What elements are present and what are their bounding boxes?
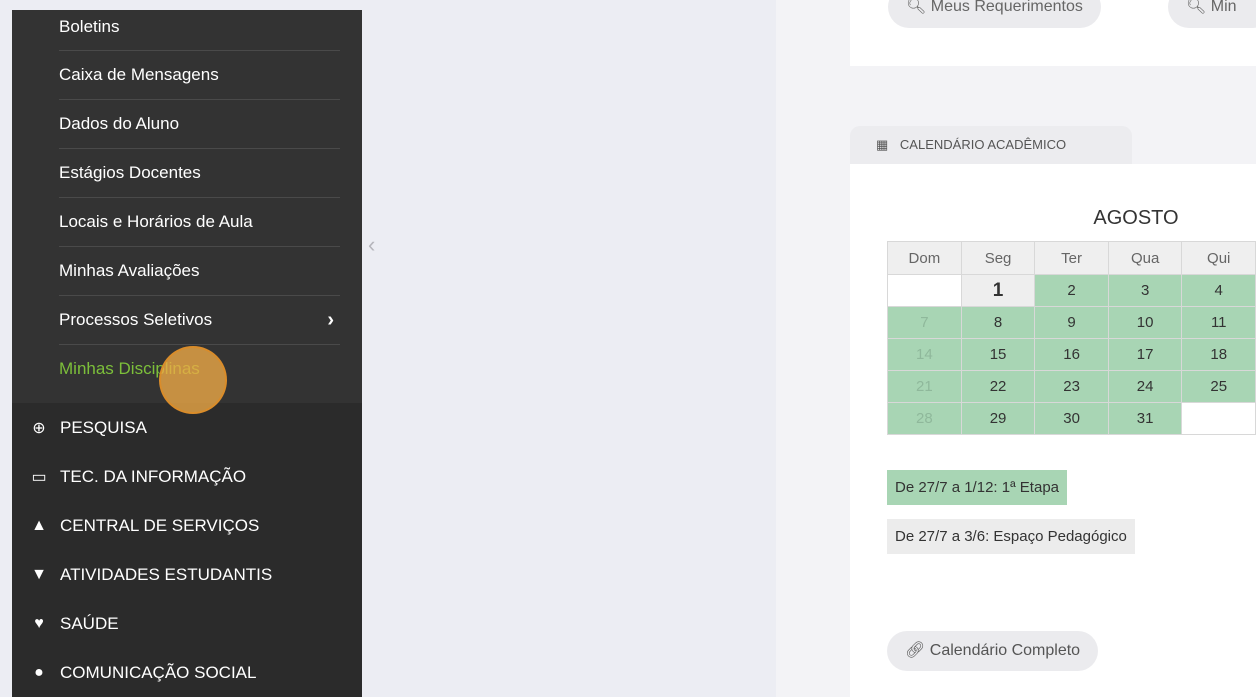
weekday-header: Seg <box>960 241 1036 275</box>
calendar-day[interactable]: 23 <box>1034 370 1109 403</box>
calendar-week: 7 8 9 10 11 <box>887 306 1256 339</box>
button-label: Min <box>1210 0 1237 15</box>
heartbeat-icon: ♥ <box>34 614 44 632</box>
laptop-icon: ▭ <box>31 468 47 486</box>
calendar-day[interactable]: 30 <box>1034 402 1109 435</box>
calendar-day[interactable]: 4 <box>1181 274 1256 307</box>
submenu-item[interactable]: Locais e Horários de Aula <box>59 198 340 247</box>
main-menu-item[interactable]: ▭ TEC. DA INFORMAÇÃO <box>12 452 362 501</box>
click-indicator <box>159 346 227 414</box>
submenu-item-label: Minhas Avaliações <box>59 261 200 280</box>
calendar-day[interactable]: 7 <box>887 306 962 339</box>
search-icon: 🔍︎ <box>1186 0 1207 15</box>
calendar-day[interactable]: 22 <box>960 370 1036 403</box>
button-label: Meus Requerimentos <box>930 0 1083 15</box>
submenu-item-label: Processos Seletivos <box>59 310 213 329</box>
submenu-item[interactable]: Dados do Aluno <box>59 100 340 149</box>
main-menu-item[interactable]: ● COMUNICAÇÃO SOCIAL <box>12 648 362 697</box>
main-menu-item[interactable]: ▲ CENTRAL DE SERVIÇOS <box>12 501 362 550</box>
main-menu-item-label: TEC. DA INFORMAÇÃO <box>60 466 247 486</box>
main-menu-item-label: PESQUISA <box>60 417 147 437</box>
submenu-item-label: Dados do Aluno <box>59 114 180 133</box>
main-menu-item-label: COMUNICAÇÃO SOCIAL <box>60 662 257 682</box>
calendar-day[interactable]: 16 <box>1034 338 1109 371</box>
calendar-day[interactable]: 11 <box>1181 306 1256 339</box>
button-label: Calendário Completo <box>929 642 1081 659</box>
calendar-month: AGOSTO <box>1093 207 1179 229</box>
main-menu-item-label: CENTRAL DE SERVIÇOS <box>60 515 260 535</box>
calendar-day[interactable]: 24 <box>1107 370 1183 403</box>
submenu-item[interactable]: Estágios Docentes <box>59 149 340 198</box>
calendar-day[interactable]: 8 <box>960 306 1036 339</box>
weekday-header: Ter <box>1034 241 1109 275</box>
submenu-item[interactable]: Processos Seletivos › <box>59 296 340 345</box>
graduation-cap-icon: ▼ <box>31 565 47 583</box>
weekday-header: Qua <box>1107 241 1183 275</box>
calendar-day[interactable]: 2 <box>1034 274 1109 307</box>
calendar-tab[interactable]: ▦ CALENDÁRIO ACADÊMICO <box>850 126 1132 164</box>
collapse-sidebar-icon[interactable]: ‹ <box>368 232 375 258</box>
calendar-day[interactable]: 28 <box>887 402 962 435</box>
calendar-day[interactable]: 25 <box>1181 370 1256 403</box>
calendar-day[interactable]: 10 <box>1107 306 1183 339</box>
requests-card: 🔍︎ Meus Requerimentos 🔍︎ Min <box>850 0 1256 66</box>
calendar-tab-label: CALENDÁRIO ACADÊMICO <box>899 137 1067 152</box>
calendar-day[interactable]: 31 <box>1107 402 1183 435</box>
legend-etapa: De 27/7 a 1/12: 1ª Etapa <box>887 470 1068 505</box>
weekday-header: Dom <box>887 241 962 275</box>
comment-icon: ● <box>34 663 44 681</box>
main-menu-item-label: SAÚDE <box>60 613 119 633</box>
submenu-item[interactable]: Boletins <box>59 10 340 51</box>
calendar-day[interactable]: 9 <box>1034 306 1109 339</box>
sidebar: Boletins Caixa de Mensagens Dados do Aluno… <box>12 10 362 697</box>
main-menu-item-label: ATIVIDADES ESTUDANTIS <box>60 564 273 584</box>
submenu: Boletins Caixa de Mensagens Dados do Aluno… <box>12 10 362 403</box>
legend-espaco-pedagogico: De 27/7 a 3/6: Espaço Pedagógico <box>887 519 1135 554</box>
submenu-item[interactable]: Minhas Avaliações <box>59 247 340 296</box>
calendar-week: 21 22 23 24 25 <box>887 370 1256 403</box>
submenu-item-label: Boletins <box>59 17 120 36</box>
calendar-day[interactable]: 1 <box>960 274 1036 307</box>
calendar-week: 14 15 16 17 18 <box>887 338 1256 371</box>
calendar-icon: ▦ <box>876 137 889 152</box>
submenu-item-label: Caixa de Mensagens <box>59 65 219 84</box>
bell-icon: ▲ <box>31 516 47 534</box>
search-icon: 🔍︎ <box>906 0 927 15</box>
submenu-item-label: Locais e Horários de Aula <box>59 212 253 231</box>
calendar-day <box>887 274 962 307</box>
submenu-item-label: Estágios Docentes <box>59 163 201 182</box>
second-request-button[interactable]: 🔍︎ Min <box>1168 0 1256 28</box>
calendar-day[interactable]: 17 <box>1107 338 1183 371</box>
calendar-day <box>1181 402 1256 435</box>
calendar-day[interactable]: 15 <box>960 338 1036 371</box>
main-menu-item[interactable]: ♥ SAÚDE <box>12 599 362 648</box>
main-menu-item[interactable]: ▼ ATIVIDADES ESTUDANTIS <box>12 550 362 599</box>
globe-icon: ⊕ <box>32 419 46 437</box>
weekday-header: Qui <box>1181 241 1256 275</box>
calendar-day[interactable]: 21 <box>887 370 962 403</box>
calendar-day[interactable]: 29 <box>960 402 1036 435</box>
calendar-week: 28 29 30 31 <box>887 402 1256 435</box>
calendar-day[interactable]: 18 <box>1181 338 1256 371</box>
calendario-completo-button[interactable]: 🔗︎ Calendário Completo <box>887 631 1099 671</box>
calendar-grid: Dom Seg Ter Qua Qui 1 2 3 4 7 8 9 10 11 14 15 16 17 18 21 2… <box>887 241 1256 435</box>
chevron-right-icon: › <box>327 309 334 331</box>
calendar-week: 1234 <box>887 274 1256 307</box>
calendar-day[interactable]: 3 <box>1107 274 1183 307</box>
main-menu: ⊕ PESQUISA ▭ TEC. DA INFORMAÇÃO ▲ CENTRAL DE … <box>12 403 362 697</box>
calendar-day[interactable]: 14 <box>887 338 962 371</box>
meus-requerimentos-button[interactable]: 🔍︎ Meus Requerimentos <box>888 0 1101 28</box>
link-icon: 🔗︎ <box>905 642 926 659</box>
submenu-item[interactable]: Caixa de Mensagens <box>59 51 340 100</box>
